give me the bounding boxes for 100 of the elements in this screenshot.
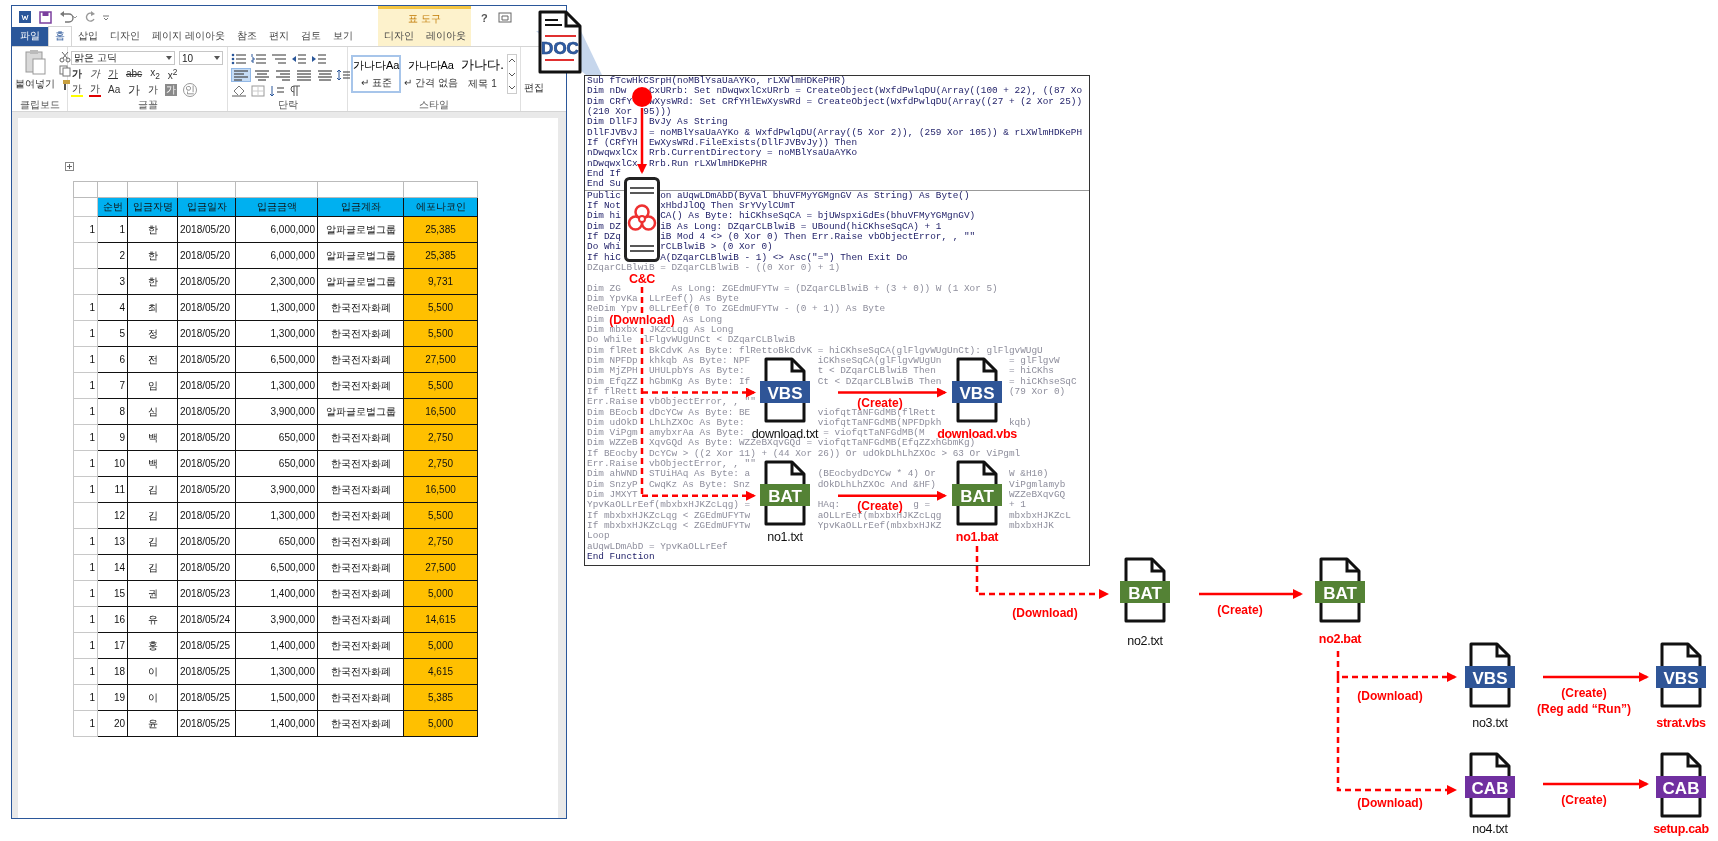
paste-button[interactable]: 붙여넣기 (15, 49, 55, 98)
edge-label: (Download) (1357, 797, 1423, 809)
table-cell: 윤 (127, 710, 178, 737)
ribbon-tab[interactable]: 디자인 (377, 27, 420, 46)
code-text: Dim WZZeB (587, 437, 638, 449)
table-cell: 1 (73, 294, 98, 321)
table-cell: 1 (73, 580, 98, 607)
code-text: g = (913, 499, 931, 511)
code-text: If mbxbxHJKZcLqg < ZGEdmUFYTw (587, 520, 751, 532)
borders-icon[interactable] (251, 85, 265, 97)
ribbon-tab[interactable]: 삽입 (72, 27, 104, 46)
sort-icon[interactable] (269, 85, 285, 97)
ribbon-tab[interactable]: 디자인 (104, 27, 146, 46)
word-app-icon[interactable] (18, 10, 32, 24)
customize-icon[interactable] (103, 13, 109, 21)
table-cell: 5,500 (403, 294, 478, 321)
ribbon-tab[interactable]: 홈 (48, 26, 72, 46)
table-cell: 6,000,000 (235, 216, 318, 243)
bullet-list-icon[interactable] (231, 53, 247, 65)
ribbon-tab[interactable]: 레이아웃 (419, 27, 472, 46)
table-cell: 2018/05/20 (177, 294, 236, 321)
table-cell: 2 (97, 242, 128, 269)
editing-button[interactable]: 편집 (524, 81, 544, 95)
font-size-field[interactable]: 10 (179, 51, 223, 65)
code-text: Public (587, 189, 621, 201)
format-button[interactable]: 가 (147, 84, 160, 96)
format-button[interactable]: Aa (107, 84, 122, 96)
code-text: ViPgmlamyb (1009, 478, 1066, 490)
table-cell: 3,900,000 (235, 476, 318, 503)
caret-icon[interactable] (166, 56, 172, 60)
format-button[interactable]: 가 (107, 68, 119, 80)
table-cell: 9 (97, 424, 128, 451)
code-text: Dim DllFJ (587, 116, 638, 128)
group-label: 클립보드 (18, 98, 61, 111)
ribbon-tab[interactable]: 보기 (326, 27, 359, 46)
redo-icon[interactable] (84, 11, 96, 23)
format-button[interactable]: abc (125, 68, 144, 80)
code-text: If Not (587, 199, 621, 211)
format-button[interactable]: x$_{2}$ (149, 66, 161, 82)
table-cell: 5,385 (403, 684, 478, 711)
table-cell: 1 (73, 346, 98, 373)
table-cell: 한국전자화폐 (317, 294, 404, 321)
table-cell: 김 (127, 554, 178, 581)
table-cell: 1 (73, 684, 98, 711)
increase-indent-icon[interactable] (311, 53, 327, 65)
code-text: If DZq (587, 230, 621, 242)
code-text: wXysWRd: Set CRfYHlEwXysWRd = CreateObject(WxfdPwlqDU(Array((27 + (2 Xor 25)) (648, 95, 1083, 107)
format-button[interactable]: x$^{2}$ (166, 65, 179, 83)
restore-icon[interactable] (497, 12, 512, 23)
undo-icon[interactable] (59, 11, 77, 23)
ribbon-tab[interactable]: 파일 (12, 27, 48, 46)
shading-icon[interactable] (231, 85, 247, 97)
table-cell: 한국전자화폐 (317, 528, 404, 555)
caret-icon[interactable] (214, 56, 220, 60)
paragraph-mark-icon[interactable] (289, 85, 301, 97)
table-cell: 3,900,000 (235, 398, 318, 425)
numbered-list-icon[interactable] (251, 53, 267, 65)
code-text: = glFlgvW (1009, 354, 1060, 366)
line-spacing-icon[interactable] (336, 69, 350, 81)
format-button[interactable]: 가 (89, 68, 101, 80)
group-label: 단락 (276, 98, 299, 111)
ribbon-tab[interactable]: 참조 (230, 27, 263, 46)
table-move-handle-icon[interactable] (65, 162, 74, 171)
code-text: Dim CRfY (587, 95, 632, 107)
table-cell: 한국전자화폐 (317, 372, 404, 399)
multilevel-list-icon[interactable] (271, 53, 287, 65)
table-cell: 7 (97, 372, 128, 399)
style-option[interactable]: 가나다Aa ↵ 표준 (351, 54, 402, 93)
ribbon-tab[interactable]: 편지 (262, 27, 295, 46)
table-cell: 임 (127, 372, 178, 399)
save-icon[interactable] (39, 10, 52, 24)
table-cell: 정 (127, 320, 178, 347)
table-cell: 2018/05/20 (177, 398, 236, 425)
table-cell: 20 (97, 710, 128, 737)
table-cell: 한국전자화폐 (317, 580, 404, 607)
code-text: EwXysWRd.FileExists(DllFJVBvJy)) Then (648, 136, 858, 148)
code-text: If BEocby (587, 447, 638, 459)
ribbon-tab[interactable]: 검토 (294, 27, 327, 46)
ribbon-tab[interactable]: 페이지 레이아웃 (146, 27, 231, 46)
paste-icon[interactable] (24, 49, 46, 75)
gallery-scroll-icon[interactable] (507, 53, 517, 94)
format-button[interactable]: 가 (89, 83, 101, 97)
format-button[interactable]: 가 (71, 83, 83, 97)
style-option[interactable]: 가나다. 제목 1 (460, 54, 505, 93)
code-text: on aUqwLDmAbD(ByVal bhuVFMyYGMgnGV As String) As Byte() (660, 189, 970, 201)
code-text: BvJy As String (648, 116, 728, 128)
cut-icon[interactable] (59, 51, 71, 63)
font-name-field[interactable]: 맑은 고딕 (71, 51, 175, 65)
style-option[interactable]: 가나다Aa ↵ 간격 없음 (403, 54, 459, 93)
table-cell: 2018/05/20 (177, 450, 236, 477)
help-button[interactable]: ? (481, 12, 488, 24)
format-button[interactable]: 가 (127, 84, 142, 96)
table-cell: 650,000 (235, 424, 318, 451)
code-text: Dim ZG (587, 282, 621, 294)
code-text: dDcYCw As Byte: BE (648, 406, 751, 418)
code-text: Dim EfqZZ (587, 375, 638, 387)
format-button[interactable]: 가 (71, 68, 83, 80)
table-cell: 2018/05/20 (177, 346, 236, 373)
decrease-indent-icon[interactable] (291, 53, 307, 65)
code-text: End If (587, 167, 621, 179)
